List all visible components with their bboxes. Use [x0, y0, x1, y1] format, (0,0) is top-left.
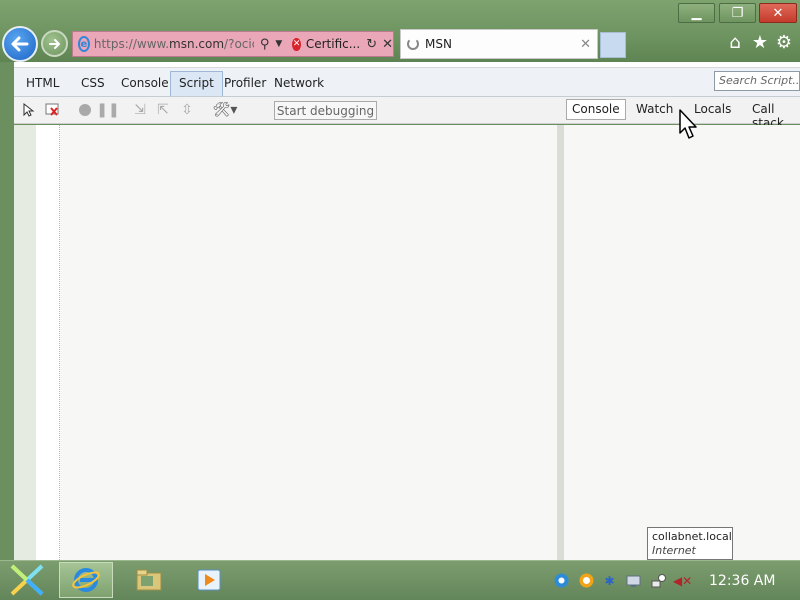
address-bar[interactable]: e https://www.msn.com/?ocid ⚲ ▼ ✕ Certif… [72, 31, 394, 57]
close-icon: ✕ [772, 5, 784, 21]
tray-action-center-icon[interactable] [626, 573, 641, 588]
dropdown-icon[interactable]: ▼ [275, 39, 282, 49]
select-element-icon[interactable] [21, 102, 37, 118]
tab-watch[interactable]: Watch [636, 102, 673, 116]
tab-css[interactable]: CSS [81, 76, 105, 90]
taskbar-internet-explorer[interactable] [59, 562, 113, 598]
arrow-right-icon [48, 38, 60, 49]
line-number-gutter[interactable] [36, 125, 60, 560]
certificate-error-icon[interactable]: ✕ [292, 37, 301, 51]
step-over-icon[interactable]: ⇱ [155, 102, 171, 118]
restore-button[interactable]: ❐ [719, 3, 756, 23]
tray-network-icon[interactable] [651, 573, 666, 588]
search-script-input[interactable]: Search Script... [714, 71, 800, 91]
window-left-border [0, 62, 14, 560]
refresh-icon[interactable]: ↻ [366, 37, 377, 52]
taskbar-media-player[interactable] [182, 562, 236, 598]
tray-bluetooth-icon[interactable]: ✱ [602, 573, 617, 588]
script-source-pane[interactable] [14, 125, 557, 560]
pause-icon[interactable]: ❚❚ [96, 102, 119, 118]
certificate-error-label[interactable]: Certific... [306, 37, 360, 51]
tray-skype-icon[interactable] [554, 573, 569, 588]
taskbar-file-explorer[interactable] [122, 562, 176, 598]
tab-console[interactable]: Console [121, 76, 169, 90]
network-tooltip: collabnet.local Internet access [647, 527, 733, 571]
tab-profiler[interactable]: Profiler [224, 76, 266, 90]
minimize-icon: ▁ [691, 5, 702, 21]
pane-splitter[interactable] [557, 125, 564, 560]
break-all-icon[interactable] [77, 102, 93, 118]
minimize-button[interactable]: ▁ [678, 3, 715, 23]
tab-locals[interactable]: Locals [694, 102, 731, 116]
devtools-tab-bar: HTML CSS Console Script Profiler Network [14, 68, 800, 97]
tray-volume-muted-icon[interactable]: ◀✕ [673, 573, 692, 588]
clear-browser-cache-icon[interactable] [45, 102, 61, 118]
tab-script[interactable]: Script [170, 71, 223, 96]
console-pane[interactable] [564, 125, 800, 560]
tooltip-title: collabnet.local [652, 530, 732, 543]
loading-icon [407, 38, 419, 50]
taskbar-clock[interactable]: 12:36 AM [709, 573, 775, 589]
favorites-star-icon[interactable]: ★ [749, 32, 771, 53]
folder-icon [136, 569, 162, 591]
mouse-cursor-icon [679, 109, 697, 139]
gear-icon[interactable]: ⚙ [773, 32, 795, 53]
step-out-icon[interactable]: ⇳ [179, 102, 195, 118]
tray-update-icon[interactable] [579, 573, 594, 588]
start-debugging-button[interactable]: Start debugging [274, 101, 377, 120]
step-into-icon[interactable]: ⇲ [132, 102, 148, 118]
media-player-icon [197, 569, 221, 591]
tab-msn[interactable]: MSN ✕ [400, 29, 598, 59]
address-url[interactable]: https://www.msn.com/?ocid [94, 37, 254, 51]
breakpoint-margin[interactable] [14, 125, 36, 560]
home-icon[interactable]: ⌂ [724, 32, 746, 53]
tab-close-icon[interactable]: ✕ [580, 37, 591, 52]
back-button[interactable] [2, 26, 38, 62]
restore-icon: ❐ [731, 5, 744, 21]
tab-right-console[interactable]: Console [566, 99, 626, 120]
internet-explorer-icon [72, 568, 100, 592]
start-logo-icon [10, 564, 44, 596]
close-window-button[interactable]: ✕ [759, 3, 797, 23]
search-icon[interactable]: ⚲ [260, 37, 270, 52]
stop-icon[interactable]: ✕ [382, 37, 393, 52]
arrow-left-icon [11, 36, 29, 52]
tools-dropdown-icon[interactable]: 🛠▾ [211, 102, 239, 118]
ie-page-icon: e [78, 36, 90, 52]
forward-button[interactable] [41, 30, 68, 57]
tab-html[interactable]: HTML [26, 76, 59, 90]
tab-title: MSN [425, 37, 452, 51]
tab-network[interactable]: Network [274, 76, 324, 90]
new-tab-button[interactable] [600, 32, 626, 58]
start-button[interactable] [8, 563, 46, 597]
